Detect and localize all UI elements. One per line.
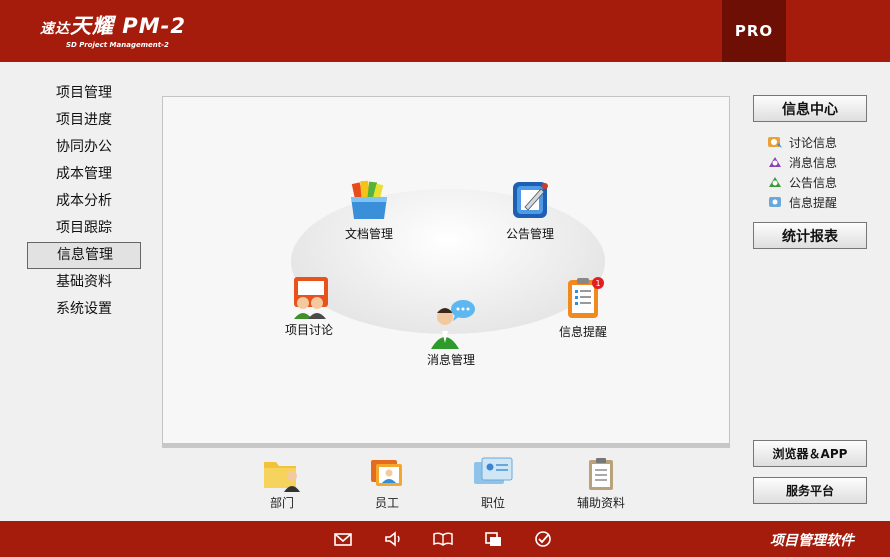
discussion-info-icon <box>768 137 782 148</box>
mail-icon[interactable] <box>332 529 354 549</box>
info-list: 讨论信息 消息信息 公告信息 信息提醒 <box>767 132 867 212</box>
bottom-position-label: 职位 <box>480 496 505 510</box>
reminder-badge-count: 1 <box>595 279 600 288</box>
info-center-button[interactable]: 信息中心 <box>753 95 867 122</box>
bottom-department-label: 部门 <box>269 496 294 510</box>
department-folder-icon <box>264 462 300 492</box>
module-discussion-label: 项目讨论 <box>285 323 334 337</box>
info-item-notice-label: 公告信息 <box>789 175 838 190</box>
reminder-clipboard-icon: 1 <box>568 277 604 318</box>
module-document-management[interactable]: 文档管理 <box>345 177 393 242</box>
message-info-icon <box>769 157 781 167</box>
bottom-item-aux-data[interactable]: 辅助资料 <box>577 456 625 511</box>
footer-product-label: 项目管理软件 <box>770 533 854 549</box>
logo-product-name: 天耀 PM-2 <box>70 14 186 38</box>
nav-item-system-settings[interactable]: 系统设置 <box>27 296 141 323</box>
aux-clipboard-icon <box>589 458 613 490</box>
windows-icon[interactable] <box>482 529 504 549</box>
speaker-icon[interactable] <box>382 529 404 549</box>
footer-bar: 项目管理软件 <box>0 521 890 557</box>
module-info-reminder[interactable]: 1 信息提醒 <box>559 275 607 340</box>
nav-item-collaboration[interactable]: 协同办公 <box>27 134 141 161</box>
footer-toolbar <box>332 529 582 549</box>
nav-item-basic-data[interactable]: 基础资料 <box>27 269 141 296</box>
book-icon[interactable] <box>432 529 454 549</box>
info-item-reminder-label: 信息提醒 <box>789 195 838 210</box>
service-platform-button[interactable]: 服务平台 <box>753 477 867 504</box>
module-reminder-label: 信息提醒 <box>559 325 608 339</box>
nav-item-project-progress[interactable]: 项目进度 <box>27 107 141 134</box>
browser-app-button[interactable]: 浏览器＆APP <box>753 440 867 467</box>
nav-item-project-management[interactable]: 项目管理 <box>27 80 141 107</box>
module-panel: 文档管理 公告管理 项目讨论 消息管理 1 信息提醒 <box>162 96 730 448</box>
document-folder-icon <box>351 180 387 219</box>
module-notice-management[interactable]: 公告管理 <box>506 177 554 242</box>
right-panel: 信息中心 讨论信息 消息信息 公告信息 信息提醒 统计报表 <box>753 95 867 249</box>
module-project-discussion[interactable]: 项目讨论 <box>285 273 333 338</box>
message-person-icon <box>431 300 475 349</box>
right-bottom-actions: 浏览器＆APP 服务平台 <box>753 440 867 514</box>
bottom-aux-label: 辅助资料 <box>577 496 626 510</box>
stats-report-button[interactable]: 统计报表 <box>753 222 867 249</box>
left-nav-menu: 项目管理 项目进度 协同办公 成本管理 成本分析 项目跟踪 信息管理 基础资料 … <box>27 80 141 323</box>
info-item-discussion[interactable]: 讨论信息 <box>767 132 867 152</box>
check-icon[interactable] <box>532 529 554 549</box>
logo-brand-cn: 速达 <box>40 21 70 37</box>
position-card-icon <box>474 457 513 484</box>
app-logo: 速达天耀 PM-2 SD Project Management-2 <box>40 10 186 49</box>
bottom-staff-label: 员工 <box>374 496 399 510</box>
bottom-item-department[interactable]: 部门 <box>262 456 302 511</box>
module-notice-label: 公告管理 <box>506 227 555 241</box>
nav-item-info-management[interactable]: 信息管理 <box>27 242 141 269</box>
info-item-discussion-label: 讨论信息 <box>789 135 838 150</box>
pro-badge[interactable]: PRO <box>722 0 786 62</box>
bottom-item-staff[interactable]: 员工 <box>367 456 407 511</box>
info-item-message-label: 消息信息 <box>789 155 838 170</box>
nav-item-cost-management[interactable]: 成本管理 <box>27 161 141 188</box>
project-discussion-icon <box>294 277 328 319</box>
notice-info-icon <box>769 177 781 187</box>
nav-item-cost-analysis[interactable]: 成本分析 <box>27 188 141 215</box>
remind-info-icon <box>769 197 781 207</box>
header-bar: 速达天耀 PM-2 SD Project Management-2 PRO <box>0 0 890 62</box>
logo-subtitle: SD Project Management-2 <box>66 41 169 49</box>
bottom-item-position[interactable]: 职位 <box>472 456 514 511</box>
info-item-message[interactable]: 消息信息 <box>767 152 867 172</box>
info-item-notice[interactable]: 公告信息 <box>767 172 867 192</box>
module-message-management[interactable]: 消息管理 <box>425 299 477 368</box>
module-message-label: 消息管理 <box>426 353 475 367</box>
module-document-label: 文档管理 <box>345 227 394 241</box>
info-item-reminder[interactable]: 信息提醒 <box>767 192 867 212</box>
staff-cards-icon <box>371 460 402 486</box>
nav-item-project-tracking[interactable]: 项目跟踪 <box>27 215 141 242</box>
notice-board-icon <box>513 182 548 218</box>
